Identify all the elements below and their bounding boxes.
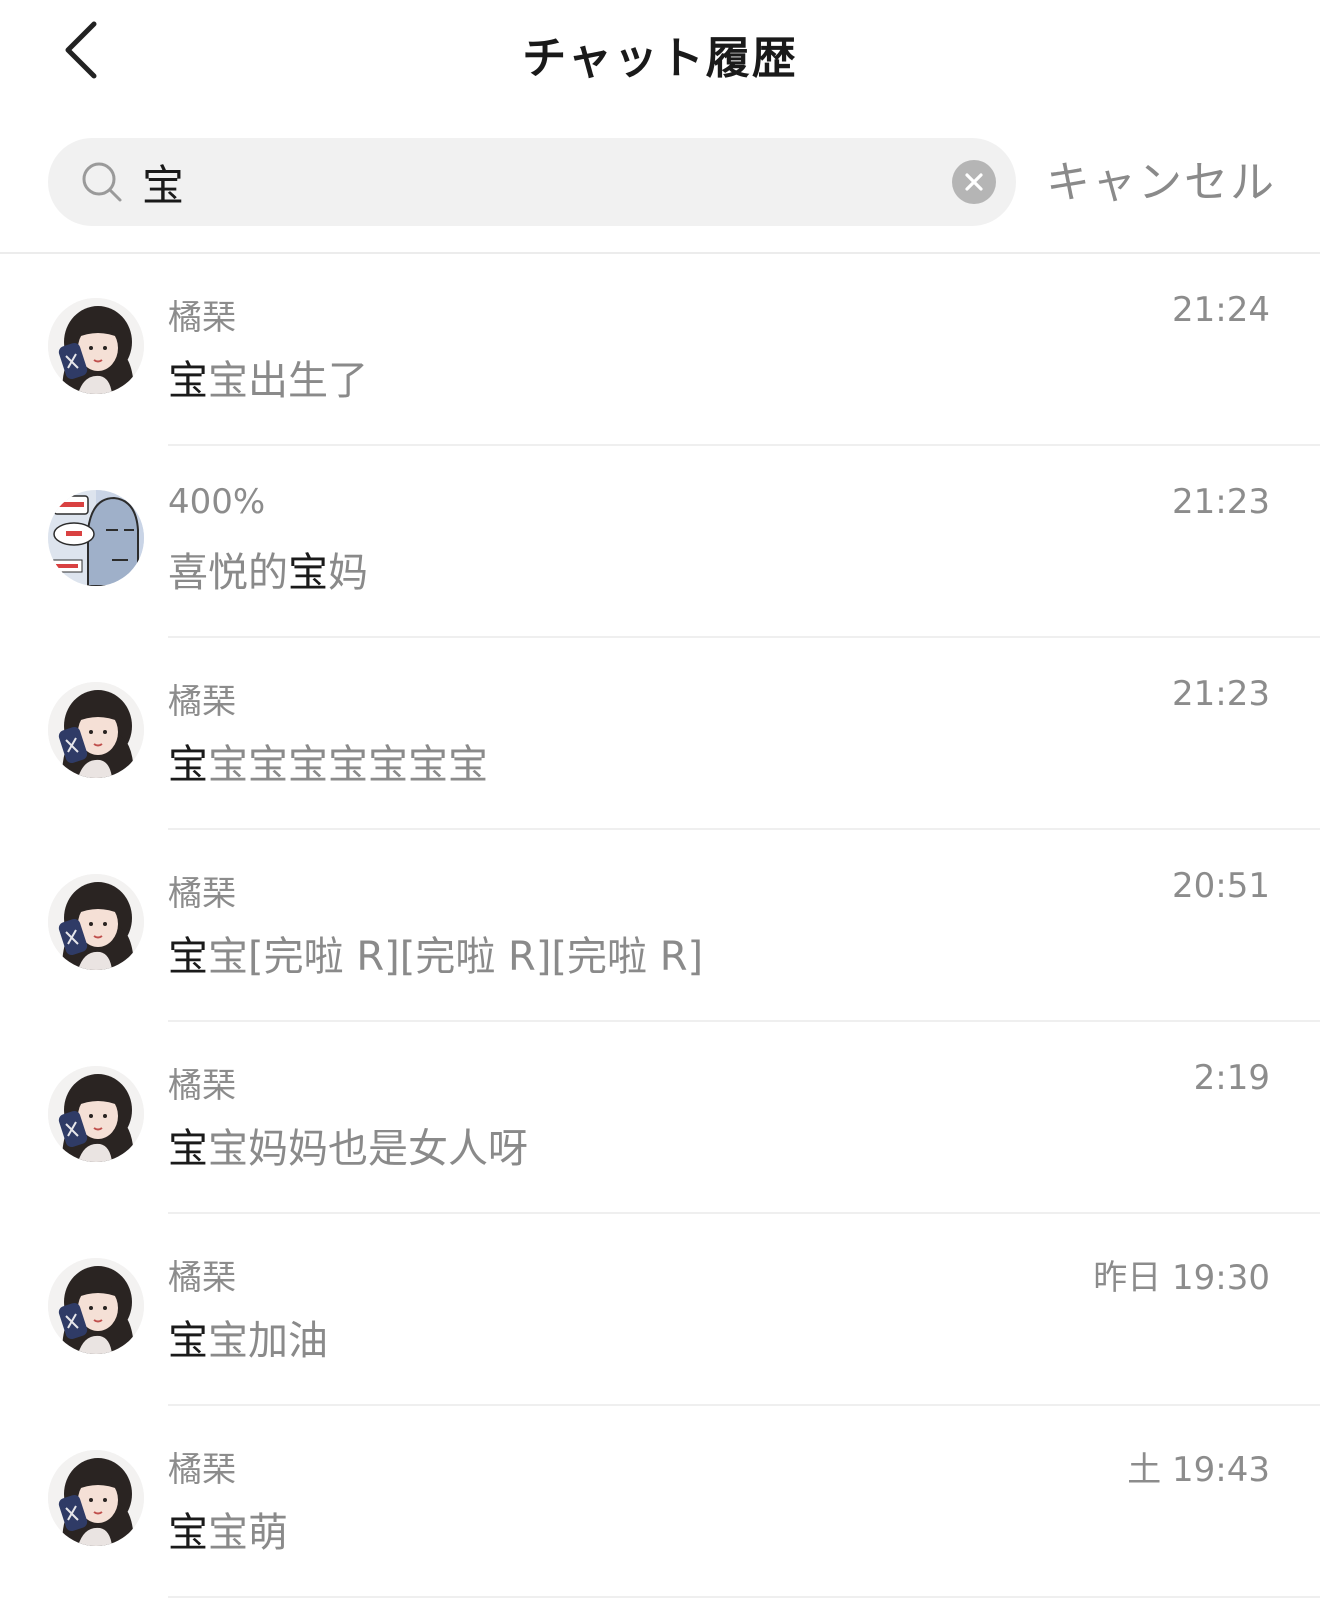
message-text-after: 宝萌 [208,1510,288,1556]
message-text-after: 宝妈妈也是女人呀 [208,1126,528,1172]
avatar[interactable] [48,1450,144,1546]
message-preview: 宝宝[完啦 R][完啦 R][完啦 R] [168,924,703,982]
message-text-highlight: 宝 [168,1318,208,1364]
message-text-after: 宝宝宝宝宝宝宝 [208,742,488,788]
result-item[interactable]: 400% 21:23 喜悦的宝妈 [0,446,1320,638]
clear-circle-icon [965,173,983,191]
message-preview: 喜悦的宝妈 [168,540,368,598]
message-time: 2:19 [1193,1058,1270,1098]
avatar[interactable] [48,682,144,778]
message-preview: 宝宝加油 [168,1308,328,1366]
search-row: キャンセル [0,108,1320,252]
sender-name: 橘琹 [168,298,236,338]
result-item[interactable]: 橘琹 21:24 宝宝出生了 [0,254,1320,446]
message-preview: 宝宝出生了 [168,348,368,406]
result-item[interactable]: 橘琹 21:23 宝宝宝宝宝宝宝宝 [0,638,1320,830]
message-text-after: 妈 [328,550,368,596]
message-time: 21:23 [1172,482,1270,522]
avatar[interactable] [48,874,144,970]
message-text-highlight: 宝 [168,934,208,980]
message-preview: 宝宝宝宝宝宝宝宝 [168,732,488,790]
search-icon [82,162,122,202]
sender-name: 橘琹 [168,1450,236,1490]
avatar[interactable] [48,490,144,586]
search-box[interactable] [48,138,1016,226]
result-item[interactable]: 橘琹 昨日 19:30 宝宝加油 [0,1214,1320,1406]
avatar[interactable] [48,1258,144,1354]
message-time: 20:51 [1172,866,1270,906]
message-preview: 宝宝妈妈也是女人呀 [168,1116,528,1174]
message-text-highlight: 宝 [168,742,208,788]
avatar[interactable] [48,298,144,394]
message-text-after: 宝出生了 [208,358,368,404]
result-list: 橘琹 21:24 宝宝出生了 400% 21:23 喜悦的宝妈 橘琹 21:23 宝宝宝宝宝… [0,254,1320,1598]
message-time: 昨日 19:30 [1093,1258,1270,1298]
message-time: 21:24 [1172,290,1270,330]
search-input[interactable] [142,152,922,212]
message-text-before: 喜悦的 [168,550,288,596]
sender-name: 橘琹 [168,682,236,722]
result-item[interactable]: 橘琹 20:51 宝宝[完啦 R][完啦 R][完啦 R] [0,830,1320,1022]
message-text-after: 宝加油 [208,1318,328,1364]
cancel-button[interactable]: キャンセル [1046,146,1276,210]
avatar[interactable] [48,1066,144,1162]
message-text-highlight: 宝 [288,550,328,596]
message-text-highlight: 宝 [168,1126,208,1172]
result-item[interactable]: 橘琹 土 19:43 宝宝萌 [0,1406,1320,1598]
sender-name: 橘琹 [168,874,236,914]
message-text-after: 宝[完啦 R][完啦 R][完啦 R] [208,934,704,980]
divider [168,1596,1320,1598]
message-text-highlight: 宝 [168,358,208,404]
sender-name: 400% [168,482,266,522]
chat-history-screen: チャット履歴 キャンセル 橘琹 [0,0,1320,1609]
message-time: 21:23 [1172,674,1270,714]
message-time: 土 19:43 [1127,1450,1270,1490]
page-title: チャット履歴 [522,33,798,84]
sender-name: 橘琹 [168,1066,236,1106]
message-preview: 宝宝萌 [168,1500,288,1558]
message-text-highlight: 宝 [168,1510,208,1556]
clear-search-button[interactable] [952,160,996,204]
header: チャット履歴 [0,0,1320,108]
result-item[interactable]: 橘琹 2:19 宝宝妈妈也是女人呀 [0,1022,1320,1214]
sender-name: 橘琹 [168,1258,236,1298]
